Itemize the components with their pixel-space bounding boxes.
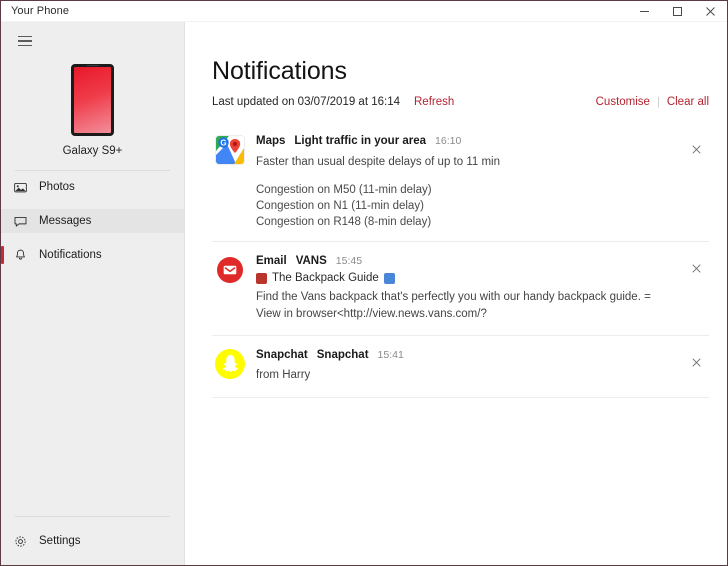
notification-title: VANS bbox=[296, 254, 327, 268]
gear-icon bbox=[13, 535, 28, 548]
svg-text:G: G bbox=[220, 139, 226, 148]
backpack-emoji bbox=[256, 273, 267, 284]
sidebar-item-notifications[interactable]: Notifications bbox=[1, 243, 184, 267]
notification-time: 16:10 bbox=[435, 135, 461, 148]
notification-item[interactable]: Email VANS 15:45 The Backpack Guide Find… bbox=[212, 242, 709, 336]
notification-detail-line: Congestion on R148 (8-min delay) bbox=[256, 216, 671, 228]
notification-title: Snapchat bbox=[317, 348, 369, 362]
notification-app-name: Maps bbox=[256, 134, 285, 148]
notification-title: Light traffic in your area bbox=[294, 134, 426, 148]
close-button[interactable] bbox=[694, 1, 727, 22]
sidebar-item-label: Messages bbox=[39, 215, 91, 227]
sidebar-nav: Photos Messages bbox=[1, 175, 184, 267]
snapchat-icon bbox=[215, 349, 245, 379]
device-card[interactable]: Galaxy S9+ bbox=[1, 56, 184, 163]
sidebar: Galaxy S9+ Photos bbox=[1, 22, 185, 565]
customise-link[interactable]: Customise bbox=[596, 96, 650, 108]
link-separator: | bbox=[657, 96, 660, 108]
sidebar-item-settings[interactable]: Settings bbox=[1, 525, 184, 557]
email-icon bbox=[215, 255, 245, 285]
message-bubble-icon bbox=[13, 216, 28, 227]
notification-app-name: Snapchat bbox=[256, 348, 308, 362]
last-updated-text: Last updated on 03/07/2019 at 16:14 bbox=[212, 96, 400, 108]
dismiss-notification-button[interactable] bbox=[685, 258, 707, 280]
sidebar-item-messages[interactable]: Messages bbox=[1, 209, 184, 233]
notification-body: Maps Light traffic in your area 16:10 Fa… bbox=[256, 134, 685, 228]
sidebar-item-label: Photos bbox=[39, 181, 75, 193]
dismiss-notification-button[interactable] bbox=[685, 352, 707, 374]
your-phone-window: Your Phone Galaxy S9+ bbox=[0, 0, 728, 566]
notification-item[interactable]: G Maps Light traffic in your area 16:10 … bbox=[212, 122, 709, 242]
notification-detail-line: Congestion on M50 (11-min delay) bbox=[256, 184, 671, 196]
hamburger-icon[interactable] bbox=[3, 26, 47, 56]
notification-header: Email VANS 15:45 bbox=[256, 254, 671, 268]
notification-app-name: Email bbox=[256, 254, 287, 268]
device-name: Galaxy S9+ bbox=[63, 145, 123, 157]
notifications-list: G Maps Light traffic in your area 16:10 … bbox=[212, 122, 727, 397]
dismiss-notification-button[interactable] bbox=[685, 138, 707, 160]
notifications-subheader: Last updated on 03/07/2019 at 16:14 Refr… bbox=[212, 96, 727, 108]
bell-icon bbox=[13, 249, 28, 261]
sidebar-divider bbox=[15, 170, 170, 171]
notification-body: Snapchat Snapchat 15:41 from Harry bbox=[256, 348, 685, 384]
subheader-actions: Customise | Clear all bbox=[596, 96, 709, 108]
book-emoji bbox=[384, 273, 395, 284]
maximize-button[interactable] bbox=[661, 1, 694, 22]
window-title: Your Phone bbox=[1, 5, 69, 17]
sidebar-spacer bbox=[1, 267, 184, 516]
notification-text: Faster than usual despite delays of up t… bbox=[256, 154, 671, 170]
notification-item[interactable]: Snapchat Snapchat 15:41 from Harry bbox=[212, 336, 709, 398]
notification-time: 15:41 bbox=[378, 349, 404, 362]
minimize-button[interactable] bbox=[628, 1, 661, 22]
notification-details: Congestion on M50 (11-min delay) Congest… bbox=[256, 184, 671, 228]
sidebar-item-label: Notifications bbox=[39, 249, 102, 261]
notification-header: Snapchat Snapchat 15:41 bbox=[256, 348, 671, 362]
photos-icon bbox=[13, 182, 28, 193]
notification-subject-text: The Backpack Guide bbox=[272, 272, 379, 284]
notification-detail-line: Congestion on N1 (11-min delay) bbox=[256, 200, 671, 212]
sidebar-item-photos[interactable]: Photos bbox=[1, 175, 184, 199]
notification-text: from Harry bbox=[256, 367, 671, 383]
notification-body: Email VANS 15:45 The Backpack Guide Find… bbox=[256, 254, 685, 322]
refresh-link[interactable]: Refresh bbox=[414, 96, 454, 108]
title-bar: Your Phone bbox=[1, 1, 727, 22]
main-content: Notifications Last updated on 03/07/2019… bbox=[185, 22, 727, 565]
window-controls bbox=[628, 1, 727, 22]
page-title: Notifications bbox=[212, 58, 727, 84]
clear-all-link[interactable]: Clear all bbox=[667, 96, 709, 108]
window-body: Galaxy S9+ Photos bbox=[1, 22, 727, 565]
settings-divider bbox=[15, 516, 170, 517]
notification-subject: The Backpack Guide bbox=[256, 272, 671, 284]
notification-text: Find the Vans backpack that's perfectly … bbox=[256, 289, 671, 322]
phone-thumbnail bbox=[71, 64, 114, 136]
notification-header: Maps Light traffic in your area 16:10 bbox=[256, 134, 671, 148]
google-maps-icon: G bbox=[215, 135, 245, 165]
notification-time: 15:45 bbox=[336, 255, 362, 268]
sidebar-item-label: Settings bbox=[39, 535, 81, 547]
